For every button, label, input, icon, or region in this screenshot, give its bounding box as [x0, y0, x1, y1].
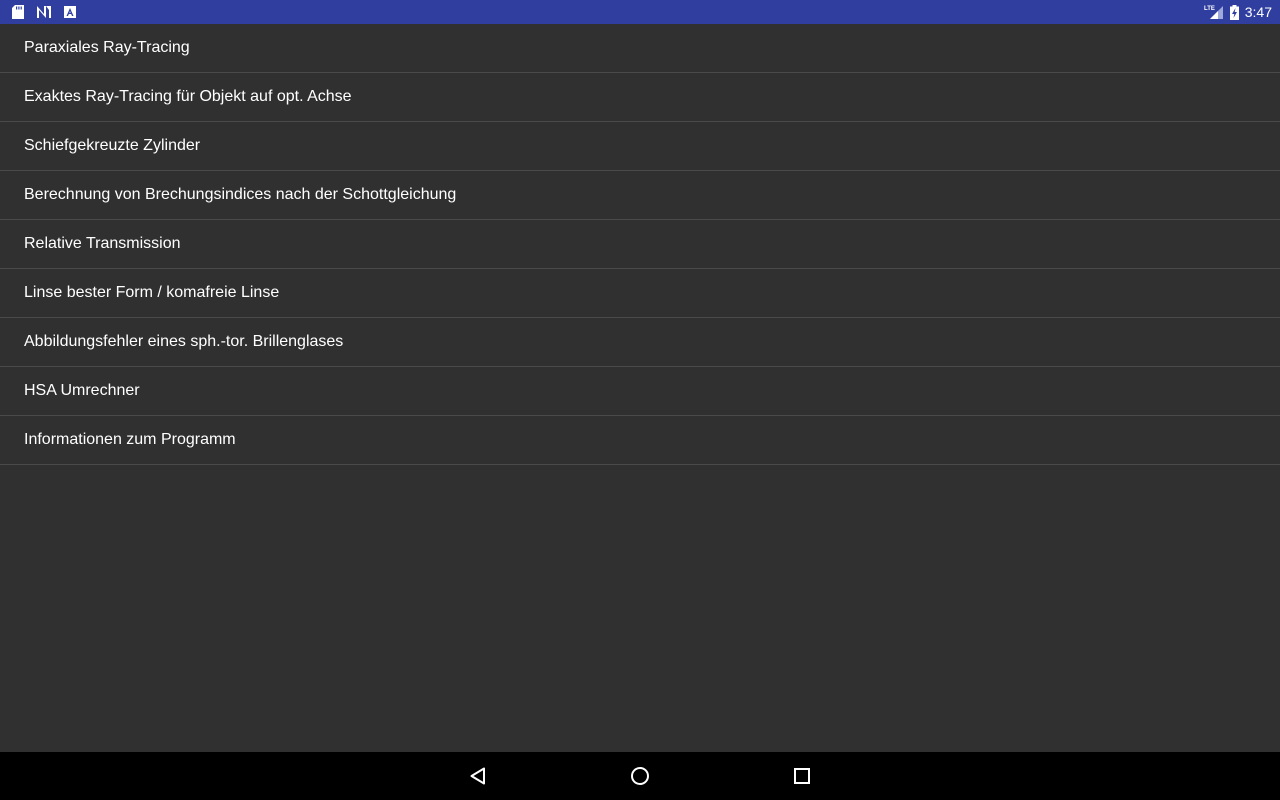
a-notification-icon	[64, 6, 76, 18]
menu-item-abbildungsfehler[interactable]: Abbildungsfehler eines sph.-tor. Brillen…	[0, 318, 1280, 367]
menu-item-relative-transmission[interactable]: Relative Transmission	[0, 220, 1280, 269]
back-icon[interactable]	[466, 764, 490, 788]
menu-item-brechungsindices[interactable]: Berechnung von Brechungsindices nach der…	[0, 171, 1280, 220]
navigation-bar	[0, 752, 1280, 800]
menu-item-paraxiales-ray-tracing[interactable]: Paraxiales Ray-Tracing	[0, 24, 1280, 73]
svg-text:LTE: LTE	[1204, 6, 1215, 12]
status-bar-left	[12, 0, 88, 24]
menu-item-hsa-umrechner[interactable]: HSA Umrechner	[0, 367, 1280, 416]
status-bar: LTE 3:47	[0, 0, 1280, 24]
status-time: 3:47	[1244, 4, 1272, 20]
recents-icon[interactable]	[790, 764, 814, 788]
menu-item-linse-bester-form[interactable]: Linse bester Form / komafreie Linse	[0, 269, 1280, 318]
menu-item-informationen[interactable]: Informationen zum Programm	[0, 416, 1280, 465]
status-bar-right: LTE 3:47	[1198, 0, 1272, 24]
battery-charging-icon	[1229, 4, 1239, 20]
lte-signal-icon: LTE	[1204, 4, 1224, 20]
sd-card-icon	[12, 5, 24, 19]
menu-item-schiefgekreuzte-zylinder[interactable]: Schiefgekreuzte Zylinder	[0, 122, 1280, 171]
menu-item-exaktes-ray-tracing[interactable]: Exaktes Ray-Tracing für Objekt auf opt. …	[0, 73, 1280, 122]
home-icon[interactable]	[628, 764, 652, 788]
n-notification-icon	[36, 5, 52, 19]
menu-list: Paraxiales Ray-Tracing Exaktes Ray-Traci…	[0, 24, 1280, 465]
